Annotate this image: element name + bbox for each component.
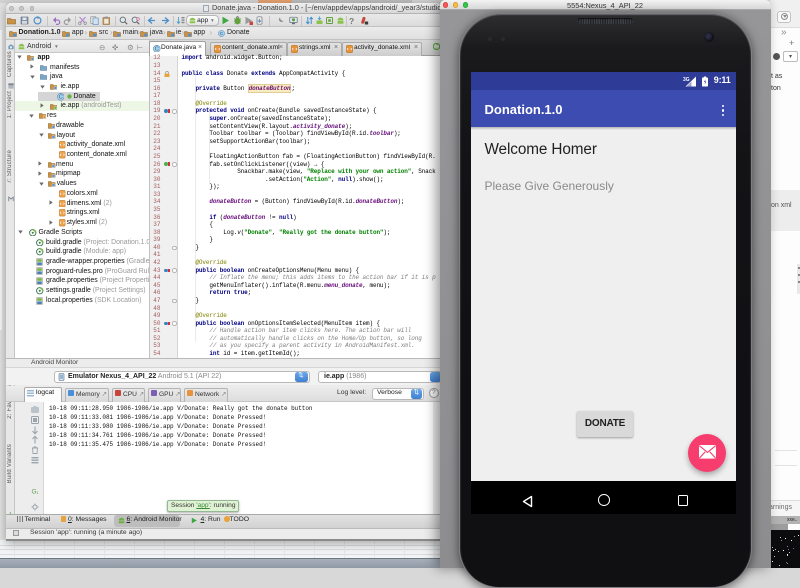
svg-text:C: C xyxy=(219,31,223,37)
svg-text:G₁: G₁ xyxy=(31,489,39,496)
svg-text:C: C xyxy=(58,95,62,101)
svg-text:3G: 3G xyxy=(683,77,690,83)
svg-text:C: C xyxy=(155,46,159,52)
